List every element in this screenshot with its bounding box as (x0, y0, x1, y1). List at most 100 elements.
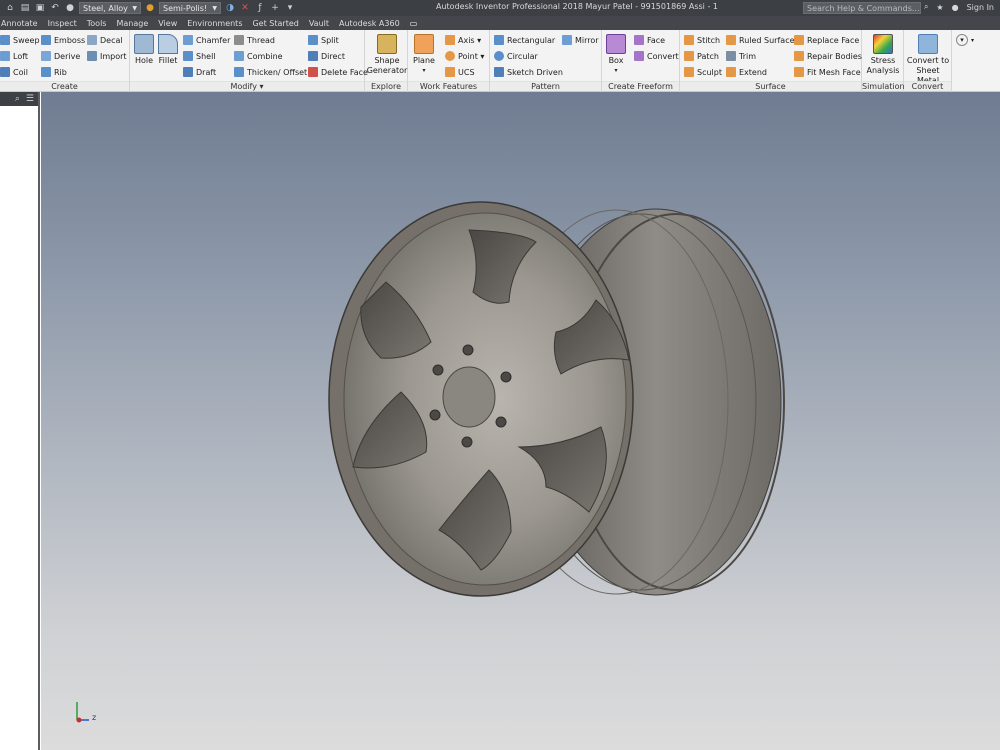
ucs-button[interactable]: UCS (445, 65, 475, 79)
video-icon[interactable]: ▭ (405, 19, 423, 28)
emboss-button[interactable]: Emboss (41, 33, 85, 47)
ribbon-options-button[interactable]: ▾ ▾ (956, 33, 974, 47)
ruled-surface-button[interactable]: Ruled Surface (726, 33, 795, 47)
repair-bodies-label: Repair Bodies (807, 51, 862, 61)
chevron-down-icon: ▾ (422, 67, 426, 74)
tab-autodesk-a360[interactable]: Autodesk A360 (334, 19, 405, 28)
user-icon[interactable]: ● (952, 3, 959, 12)
globe-icon[interactable]: ● (64, 3, 76, 13)
panel-create-label[interactable]: Create (0, 81, 129, 91)
extend-button[interactable]: Extend (726, 65, 767, 79)
draft-icon (183, 67, 193, 77)
open-icon[interactable]: ▤ (19, 3, 31, 13)
derive-button[interactable]: Derive (41, 49, 80, 63)
stitch-button[interactable]: Stitch (684, 33, 720, 47)
search-input[interactable]: Search Help & Commands... (803, 2, 921, 14)
panel-convert: Convert toSheet Metal Convert (904, 30, 952, 92)
shell-button[interactable]: Shell (183, 49, 216, 63)
delete-face-button[interactable]: Delete Face (308, 65, 368, 79)
stress-analysis-button[interactable]: Stress Analysis (864, 34, 902, 76)
home-icon[interactable]: ⌂ (4, 3, 16, 13)
split-button[interactable]: Split (308, 33, 339, 47)
stress-label-2: Analysis (866, 66, 900, 75)
tab-tools[interactable]: Tools (82, 19, 112, 28)
loft-button[interactable]: Loft (0, 49, 28, 63)
patch-icon (684, 51, 694, 61)
fillet-button[interactable]: Fillet (158, 34, 178, 66)
binoculars-icon[interactable]: ⌕ (924, 2, 928, 12)
convert-to-sheet-metal-button[interactable]: Convert toSheet Metal (906, 34, 950, 86)
direct-button[interactable]: Direct (308, 49, 345, 63)
convert-label: Convert (647, 51, 679, 61)
panel-modify-label[interactable]: Modify ▾ (130, 81, 364, 91)
fx-icon[interactable]: ƒ (254, 3, 266, 13)
sweep-icon (0, 35, 10, 45)
mirror-button[interactable]: Mirror (562, 33, 599, 47)
browser-header: ⌕ ☰ (0, 92, 38, 106)
panel-explore: Shape Generator Explore (365, 30, 408, 92)
fit-mesh-face-button[interactable]: Fit Mesh Face (794, 65, 861, 79)
clear-icon[interactable]: ✕ (239, 3, 251, 13)
graphics-viewport[interactable]: z (41, 92, 1000, 750)
star-icon[interactable]: ★ (936, 3, 943, 12)
box-button[interactable]: Box ▾ (606, 34, 626, 76)
rectangular-button[interactable]: Rectangular (494, 33, 555, 47)
sketch-driven-button[interactable]: Sketch Driven (494, 65, 563, 79)
replace-face-button[interactable]: Replace Face (794, 33, 859, 47)
tab-view[interactable]: View (153, 19, 182, 28)
sweep-button[interactable]: Sweep (0, 33, 40, 47)
chamfer-button[interactable]: Chamfer (183, 33, 230, 47)
circular-button[interactable]: Circular (494, 49, 538, 63)
stitch-label: Stitch (697, 35, 721, 45)
rib-button[interactable]: Rib (41, 65, 67, 79)
save-icon[interactable]: ▣ (34, 3, 46, 13)
material-combo[interactable]: Steel, Alloy ▼ (79, 2, 141, 14)
tab-inspect[interactable]: Inspect (43, 19, 82, 28)
combine-button[interactable]: Combine (234, 49, 283, 63)
plane-button[interactable]: Plane ▾ (413, 34, 435, 76)
tab-get-started[interactable]: Get Started (247, 19, 303, 28)
coil-button[interactable]: Coil (0, 65, 28, 79)
convert-freeform-button[interactable]: Convert (634, 49, 679, 63)
import-button[interactable]: Import (87, 49, 127, 63)
tab-manage[interactable]: Manage (111, 19, 153, 28)
panel-create: Sweep Loft Coil Emboss Derive Rib Decal … (0, 30, 130, 92)
thicken-offset-button[interactable]: Thicken/ Offset (234, 65, 307, 79)
emboss-icon (41, 35, 51, 45)
draft-button[interactable]: Draft (183, 65, 216, 79)
decal-button[interactable]: Decal (87, 33, 123, 47)
derive-icon (41, 51, 51, 61)
thread-icon (234, 35, 244, 45)
appearance-combo[interactable]: Semi-Polis! ▼ (159, 2, 221, 14)
face-button[interactable]: Face (634, 33, 665, 47)
panel-convert-label: Convert (904, 81, 951, 91)
search-icon[interactable]: ⌕ (15, 94, 20, 104)
lug-hole (462, 344, 474, 356)
wheel-model[interactable] (41, 92, 1000, 750)
repair-bodies-button[interactable]: Repair Bodies (794, 49, 862, 63)
tab-annotate[interactable]: Annotate (0, 19, 43, 28)
customize-icon[interactable]: ▾ (284, 3, 296, 13)
patch-button[interactable]: Patch (684, 49, 719, 63)
wheel-hub[interactable] (442, 366, 496, 428)
point-label: Point ▾ (458, 51, 485, 61)
hole-button[interactable]: Hole (134, 34, 154, 66)
menu-icon[interactable]: ☰ (26, 94, 34, 104)
thread-button[interactable]: Thread (234, 33, 275, 47)
undo-icon[interactable]: ↶ (49, 3, 61, 13)
tab-environments[interactable]: Environments (182, 19, 247, 28)
shape-generator-button[interactable]: Shape Generator (367, 34, 407, 76)
sculpt-button[interactable]: Sculpt (684, 65, 722, 79)
tab-vault[interactable]: Vault (304, 19, 334, 28)
derive-label: Derive (54, 51, 81, 61)
sign-in-link[interactable]: Sign In (967, 3, 994, 12)
point-button[interactable]: Point ▾ (445, 49, 484, 63)
trim-label: Trim (739, 51, 757, 61)
chamfer-label: Chamfer (196, 35, 231, 45)
axis-triad (76, 702, 89, 723)
add-icon[interactable]: + (269, 3, 281, 13)
trim-button[interactable]: Trim (726, 49, 756, 63)
axis-button[interactable]: Axis ▾ (445, 33, 481, 47)
ribbon-options-icon: ▾ (956, 34, 968, 46)
adjust-icon[interactable]: ◑ (224, 3, 236, 13)
